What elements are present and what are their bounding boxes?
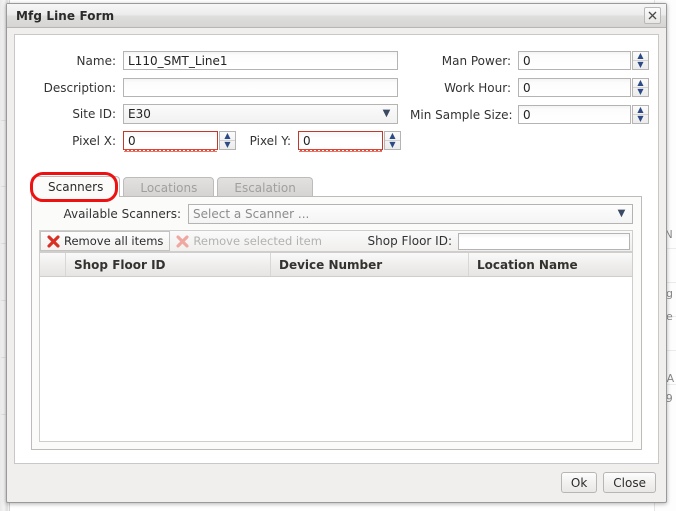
min-sample-size-input[interactable]: 0 (518, 105, 631, 124)
scanners-grid: Shop Floor ID Device Number Location Nam… (39, 252, 633, 442)
close-icon[interactable] (644, 7, 661, 24)
pixel-y-value: 0 (303, 133, 311, 148)
pixel-x-spin-buttons[interactable]: ▲ ▼ (219, 131, 236, 150)
pixel-y-input[interactable]: 0 (298, 131, 383, 152)
work-hour-spin-buttons[interactable]: ▲ ▼ (632, 78, 649, 97)
dialog-titlebar: Mfg Line Form (7, 4, 666, 28)
man-power-input[interactable]: 0 (518, 51, 631, 70)
dialog-body: Name: L110_SMT_Line1 Description: Site I… (14, 34, 659, 464)
spin-down-icon[interactable]: ▼ (633, 88, 648, 96)
site-id-value: E30 (128, 107, 151, 121)
min-sample-size-spin-buttons[interactable]: ▲ ▼ (632, 105, 649, 124)
red-x-icon (47, 234, 60, 248)
spin-down-icon[interactable]: ▼ (633, 61, 648, 69)
grid-header-device-number[interactable]: Device Number (271, 253, 469, 276)
remove-selected-item-button: Remove selected item (170, 231, 328, 251)
man-power-label: Man Power: (441, 53, 511, 68)
grid-header-location-name[interactable]: Location Name (469, 253, 632, 276)
name-label: Name: (76, 53, 116, 68)
grid-header-row: Shop Floor ID Device Number Location Nam… (40, 253, 632, 277)
site-id-label: Site ID: (72, 107, 116, 121)
pixel-y-spin-buttons[interactable]: ▲ ▼ (384, 131, 401, 150)
dialog-title: Mfg Line Form (16, 8, 115, 23)
form-top-section: Name: L110_SMT_Line1 Description: Site I… (15, 35, 658, 152)
spin-down-icon[interactable]: ▼ (633, 115, 648, 123)
description-input[interactable] (123, 78, 398, 97)
ok-button[interactable]: Ok (560, 472, 598, 493)
scanners-tab-panel: Available Scanners: Select a Scanner ...… (31, 196, 642, 450)
work-hour-input[interactable]: 0 (518, 78, 631, 97)
grid-body-empty (40, 277, 632, 441)
chevron-down-icon: ▼ (617, 208, 626, 219)
min-sample-size-stepper[interactable]: 0 ▲ ▼ (518, 105, 649, 124)
pixel-x-value: 0 (128, 133, 136, 148)
grid-header-shop-floor-id[interactable]: Shop Floor ID (66, 253, 271, 276)
tabstrip: Scanners Locations Escalation (31, 176, 642, 197)
available-scanners-select[interactable]: Select a Scanner ... ▼ (188, 204, 633, 224)
pixel-x-stepper[interactable]: 0 ▲ ▼ (123, 131, 236, 152)
spin-down-icon[interactable]: ▼ (220, 141, 235, 149)
chevron-down-icon: ▼ (382, 108, 391, 119)
pixel-y-label: Pixel Y: (249, 133, 291, 148)
man-power-spin-buttons[interactable]: ▲ ▼ (632, 51, 649, 70)
dialog-footer: Ok Close (14, 468, 659, 497)
work-hour-label: Work Hour: (444, 80, 511, 95)
remove-selected-item-label: Remove selected item (193, 234, 322, 248)
remove-all-items-label: Remove all items (64, 234, 164, 248)
tab-scanners[interactable]: Scanners (31, 176, 121, 197)
work-hour-stepper[interactable]: 0 ▲ ▼ (518, 78, 649, 97)
available-scanners-row: Available Scanners: Select a Scanner ...… (32, 204, 633, 224)
mfg-line-form-dialog: Mfg Line Form Name: L110_SMT_Line1 Descr… (6, 3, 667, 503)
tab-locations[interactable]: Locations (123, 177, 215, 197)
description-label: Description: (43, 80, 116, 95)
validation-squiggle (299, 149, 382, 152)
shop-floor-id-label: Shop Floor ID: (367, 234, 453, 248)
pixel-x-label: Pixel X: (72, 133, 116, 148)
pixel-y-stepper[interactable]: 0 ▲ ▼ (298, 131, 401, 152)
man-power-stepper[interactable]: 0 ▲ ▼ (518, 51, 649, 70)
name-input[interactable]: L110_SMT_Line1 (123, 51, 398, 70)
spin-down-icon[interactable]: ▼ (385, 141, 400, 149)
close-button[interactable]: Close (603, 472, 656, 493)
pixel-x-input[interactable]: 0 (123, 131, 218, 152)
tab-escalation[interactable]: Escalation (217, 177, 313, 197)
available-scanners-label: Available Scanners: (63, 207, 181, 221)
grid-select-column-header (40, 253, 66, 276)
validation-squiggle (124, 149, 217, 152)
remove-all-items-button[interactable]: Remove all items (40, 231, 171, 251)
shop-floor-id-input[interactable] (458, 232, 630, 250)
min-sample-size-label: Min Sample Size: (410, 107, 513, 122)
red-x-icon (176, 234, 189, 248)
available-scanners-placeholder: Select a Scanner ... (193, 207, 310, 221)
grid-toolbar: Remove all items Remove selected item Sh… (39, 230, 633, 252)
site-id-select[interactable]: E30 ▼ (123, 104, 398, 124)
